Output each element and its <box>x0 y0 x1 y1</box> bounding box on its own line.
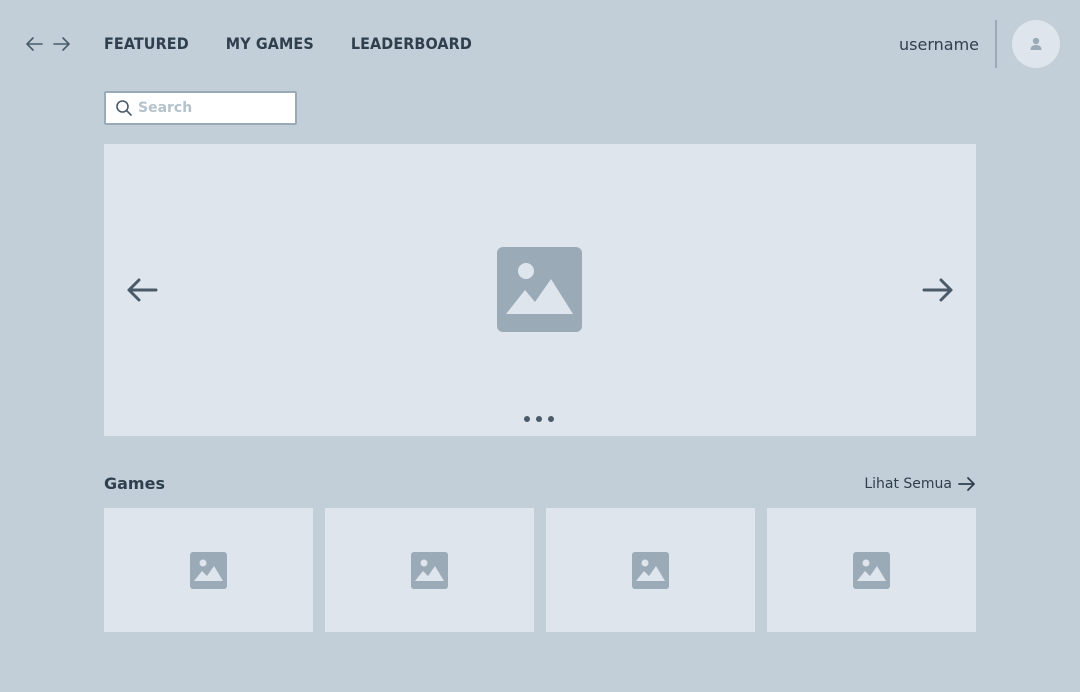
image-placeholder-icon <box>852 551 890 589</box>
see-all-label: Lihat Semua <box>864 476 952 492</box>
featured-carousel <box>104 144 976 436</box>
tab-leaderboard[interactable]: LEADERBOARD <box>351 33 472 55</box>
see-all-link[interactable]: Lihat Semua <box>864 476 976 492</box>
forward-arrow-icon[interactable] <box>52 34 72 54</box>
user-divider <box>995 20 997 68</box>
user-icon <box>1030 37 1042 50</box>
game-card[interactable] <box>545 508 756 632</box>
history-nav <box>24 34 72 54</box>
tab-my-games[interactable]: MY GAMES <box>226 33 314 55</box>
image-placeholder-icon <box>497 247 582 332</box>
user-menu: username <box>899 20 1060 68</box>
search-icon <box>116 100 132 116</box>
image-placeholder-icon <box>190 551 228 589</box>
avatar[interactable] <box>1012 20 1060 68</box>
games-section-title: Games <box>104 474 165 493</box>
image-placeholder-icon <box>631 551 669 589</box>
carousel-pagination <box>524 416 554 422</box>
carousel-next-arrow-icon[interactable] <box>922 275 954 305</box>
tab-featured[interactable]: FEATURED <box>104 33 189 55</box>
game-card[interactable] <box>324 508 535 632</box>
game-card[interactable] <box>766 508 976 632</box>
search-box <box>104 91 297 125</box>
carousel-prev-arrow-icon[interactable] <box>126 275 158 305</box>
back-arrow-icon[interactable] <box>24 34 44 54</box>
carousel-dot[interactable] <box>524 416 530 422</box>
game-card[interactable] <box>104 508 314 632</box>
search-input[interactable] <box>138 100 278 116</box>
carousel-dot[interactable] <box>536 416 542 422</box>
main-tabs: FEATURED MY GAMES LEADERBOARD <box>104 33 472 55</box>
image-placeholder-icon <box>411 551 449 589</box>
username-label[interactable]: username <box>899 35 979 54</box>
arrow-right-icon <box>958 477 975 491</box>
games-grid <box>104 508 976 632</box>
carousel-dot[interactable] <box>548 416 554 422</box>
